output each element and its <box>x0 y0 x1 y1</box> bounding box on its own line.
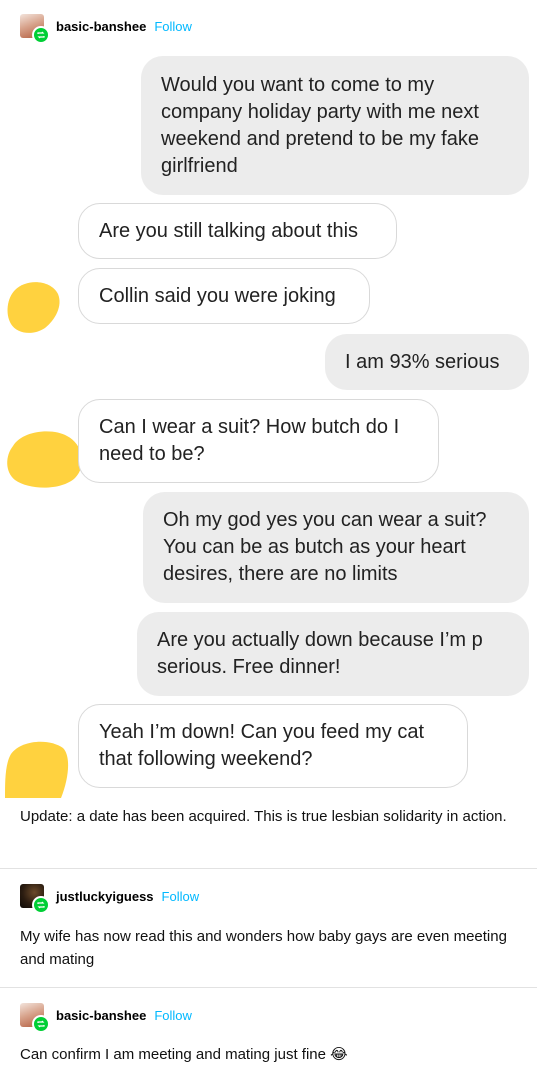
message-bubble: Yeah I’m down! Can you feed my cat that … <box>78 704 468 788</box>
message-text: Yeah I’m down! Can you feed my cat that … <box>99 721 424 770</box>
message-text: Would you want to come to my company hol… <box>161 73 479 177</box>
message-text: Can I wear a suit? How butch do I need t… <box>99 416 400 465</box>
censor-blob <box>7 282 60 333</box>
censor-blob <box>5 741 69 798</box>
divider <box>0 987 537 988</box>
message-text: Oh my god yes you can wear a suit? You c… <box>163 509 487 585</box>
follow-button[interactable]: Follow <box>162 889 200 904</box>
follow-button[interactable]: Follow <box>154 1008 192 1023</box>
message-text: Collin said you were joking <box>99 284 336 307</box>
avatar[interactable] <box>20 1003 50 1033</box>
message-bubble: Oh my god yes you can wear a suit? You c… <box>143 492 529 603</box>
avatar[interactable] <box>20 14 50 44</box>
post-header: basic-banshee Follow <box>20 12 192 44</box>
reblog-header: basic-banshee Follow <box>20 1001 192 1033</box>
reblog-header: justluckyiguess Follow <box>20 882 200 914</box>
reblog-icon <box>32 896 50 914</box>
divider <box>0 868 537 869</box>
message-bubble: Collin said you were joking <box>78 268 370 324</box>
message-text: I am 93% serious <box>345 350 500 373</box>
message-bubble: Are you still talking about this <box>78 203 397 259</box>
post-caption: Update: a date has been acquired. This i… <box>20 808 507 825</box>
censor-blob <box>7 431 82 488</box>
message-bubble: I am 93% serious <box>325 334 529 390</box>
reblog-text: Can confirm I am meeting and mating just… <box>20 1046 348 1063</box>
message-bubble: Would you want to come to my company hol… <box>141 56 529 195</box>
reblog-icon <box>32 1015 50 1033</box>
follow-button[interactable]: Follow <box>154 19 192 34</box>
message-text: Are you still talking about this <box>99 219 359 242</box>
username[interactable]: basic-banshee <box>56 19 146 34</box>
reblog-icon <box>32 26 50 44</box>
username[interactable]: justluckyiguess <box>56 889 154 904</box>
chat-screenshot: Would you want to come to my company hol… <box>0 48 537 798</box>
username[interactable]: basic-banshee <box>56 1008 146 1023</box>
message-bubble: Can I wear a suit? How butch do I need t… <box>78 399 439 483</box>
reblog-text: My wife has now read this and wonders ho… <box>20 928 507 968</box>
message-text: Are you actually down because I’m p seri… <box>157 629 483 678</box>
avatar[interactable] <box>20 884 50 914</box>
message-bubble: Are you actually down because I’m p seri… <box>137 612 529 696</box>
